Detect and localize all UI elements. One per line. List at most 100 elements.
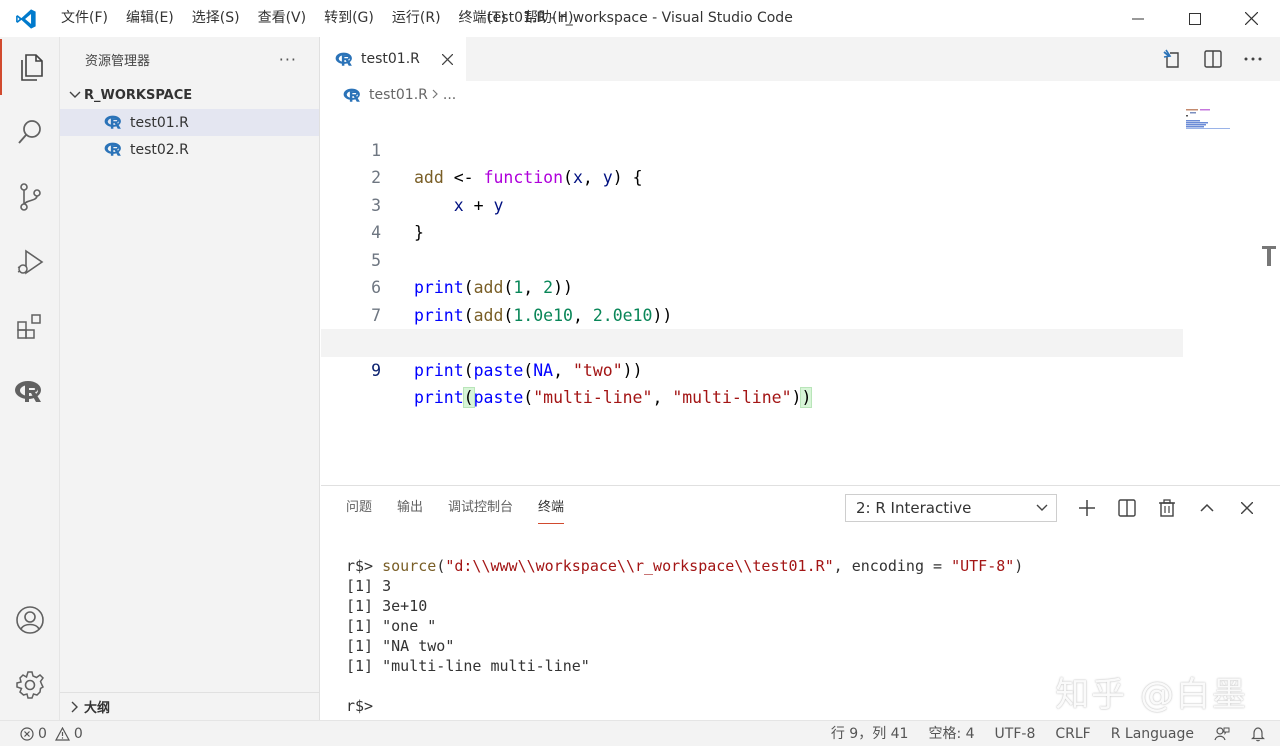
- feedback-icon: [1214, 727, 1230, 741]
- chevron-up-icon: [1200, 503, 1214, 512]
- extensions-activity[interactable]: [0, 299, 60, 355]
- accounts-activity[interactable]: [0, 592, 60, 648]
- breadcrumb-symbol[interactable]: ...: [443, 87, 456, 103]
- explorer-activity[interactable]: [0, 39, 60, 95]
- run-debug-icon: [17, 249, 44, 275]
- explorer-sidebar: 资源管理器 ··· R_WORKSPACE test01.R test02.R …: [60, 37, 320, 720]
- source-control-icon: [20, 183, 41, 211]
- terminal-select-value: 2: R Interactive: [856, 499, 972, 517]
- cursor-position[interactable]: 行 9，列 41: [821, 721, 919, 746]
- tab-debug-console[interactable]: 调试控制台: [448, 486, 513, 530]
- maximize-button[interactable]: [1166, 0, 1223, 37]
- tab-close-button[interactable]: [438, 50, 456, 68]
- code-line-4: 4: [321, 192, 1181, 242]
- menu-file[interactable]: 文件(F): [52, 0, 117, 37]
- maximize-icon: [1188, 12, 1201, 25]
- file-encoding[interactable]: UTF-8: [985, 721, 1046, 746]
- terminal-output[interactable]: r$> source("d:\\www\\workspace\\r_worksp…: [346, 556, 1023, 716]
- chevron-right-icon: [66, 699, 84, 715]
- tab-output[interactable]: 输出: [397, 486, 423, 530]
- menu-edit[interactable]: 编辑(E): [117, 0, 183, 37]
- outline-label: 大纲: [84, 701, 111, 716]
- editor-actions: [1162, 37, 1264, 81]
- notifications-button[interactable]: [1240, 721, 1280, 746]
- warning-icon: [54, 726, 70, 741]
- manage-activity[interactable]: [0, 657, 60, 713]
- maximize-panel-button[interactable]: [1196, 497, 1218, 519]
- panel-tabs: 问题 输出 调试控制台 终端: [346, 486, 589, 530]
- workspace-section-header[interactable]: R_WORKSPACE: [60, 81, 319, 109]
- workspace-name: R_WORKSPACE: [84, 87, 193, 103]
- outline-section-header[interactable]: 大纲: [60, 692, 319, 720]
- bell-icon: [1251, 727, 1265, 742]
- code-line-2: 2 x + y: [321, 137, 1181, 215]
- menu-go[interactable]: 转到(G): [315, 0, 383, 37]
- plus-icon: [1079, 500, 1095, 516]
- file-name: test01.R: [130, 114, 189, 131]
- terminal-select[interactable]: 2: R Interactive: [845, 494, 1057, 522]
- line-content: print(paste(NA, "two")): [414, 360, 643, 380]
- terminal-output-line: [1] "NA two": [346, 637, 455, 655]
- tab-test01[interactable]: test01.R: [321, 37, 466, 81]
- new-terminal-button[interactable]: [1076, 497, 1098, 519]
- terminal-command-fn: source: [382, 557, 437, 575]
- file-item-test02[interactable]: test02.R: [60, 136, 319, 163]
- tab-problems[interactable]: 问题: [346, 486, 372, 530]
- code-line-6: 6 print(add(1.0e10, 2.0e10)): [321, 247, 1181, 325]
- error-count: 0: [38, 725, 47, 742]
- menu-view[interactable]: 查看(V): [249, 0, 316, 37]
- menu-help[interactable]: 帮助(H): [515, 0, 582, 37]
- close-panel-button[interactable]: [1236, 497, 1258, 519]
- menu-selection[interactable]: 选择(S): [183, 0, 249, 37]
- terminal-output-line: [1] "one ": [346, 617, 437, 635]
- explorer-header: 资源管理器 ···: [60, 37, 319, 81]
- ellipsis-icon: [1244, 57, 1262, 61]
- breadcrumb-file[interactable]: test01.R: [369, 87, 428, 103]
- menu-run[interactable]: 运行(R): [383, 0, 450, 37]
- problems-status[interactable]: 0 0: [0, 726, 83, 742]
- window-controls: [1109, 0, 1280, 37]
- close-icon: [1245, 12, 1258, 25]
- chevron-down-icon: [1036, 501, 1048, 519]
- breadcrumb: test01.R ...: [321, 81, 1280, 109]
- run-source-button[interactable]: [1162, 48, 1184, 70]
- r-file-icon: [335, 51, 355, 67]
- split-editor-icon: [1204, 50, 1222, 68]
- tab-label: test01.R: [361, 51, 420, 67]
- line-number: 9: [371, 360, 381, 380]
- close-icon: [1241, 502, 1253, 514]
- code-line-3: 3 }: [321, 164, 1181, 243]
- split-terminal-button[interactable]: [1116, 497, 1138, 519]
- files-icon: [21, 54, 43, 81]
- search-activity[interactable]: [0, 104, 60, 160]
- trash-icon: [1159, 499, 1175, 517]
- watermark: 知乎 @白墨: [1055, 675, 1248, 715]
- terminal-output-line: [1] "multi-line multi-line": [346, 657, 590, 675]
- r-extension-activity[interactable]: [0, 364, 60, 420]
- tab-terminal[interactable]: 终端: [538, 486, 565, 530]
- kill-terminal-button[interactable]: [1156, 497, 1178, 519]
- status-right: 行 9，列 41 空格: 4 UTF-8 CRLF R Language: [821, 721, 1280, 746]
- language-mode[interactable]: R Language: [1101, 721, 1204, 746]
- indentation[interactable]: 空格: 4: [918, 721, 984, 746]
- file-name: test02.R: [130, 141, 189, 158]
- line-ending[interactable]: CRLF: [1045, 721, 1100, 746]
- code-line-7: 7 print(paste("one", NULL)): [321, 274, 1181, 353]
- more-editor-actions-button[interactable]: [1242, 48, 1264, 70]
- run-debug-activity[interactable]: [0, 234, 60, 290]
- split-terminal-icon: [1118, 499, 1136, 517]
- close-window-button[interactable]: [1223, 0, 1280, 37]
- feedback-button[interactable]: [1204, 721, 1240, 746]
- source-control-activity[interactable]: [0, 169, 60, 225]
- minimap[interactable]: [1186, 109, 1234, 129]
- file-item-test01[interactable]: test01.R: [60, 109, 319, 136]
- split-editor-button[interactable]: [1202, 48, 1224, 70]
- gear-icon: [16, 671, 44, 699]
- minimize-button[interactable]: [1109, 0, 1166, 37]
- code-line-1: 1 add <- function(x, y) {: [321, 109, 1181, 188]
- chevron-right-icon: [432, 87, 439, 103]
- more-actions-button[interactable]: ···: [279, 50, 297, 69]
- r-file-icon: [343, 87, 363, 103]
- menu-terminal[interactable]: 终端(T): [450, 0, 515, 37]
- code-editor[interactable]: 1 add <- function(x, y) { 2 x + y 3 } 4 …: [321, 109, 1280, 485]
